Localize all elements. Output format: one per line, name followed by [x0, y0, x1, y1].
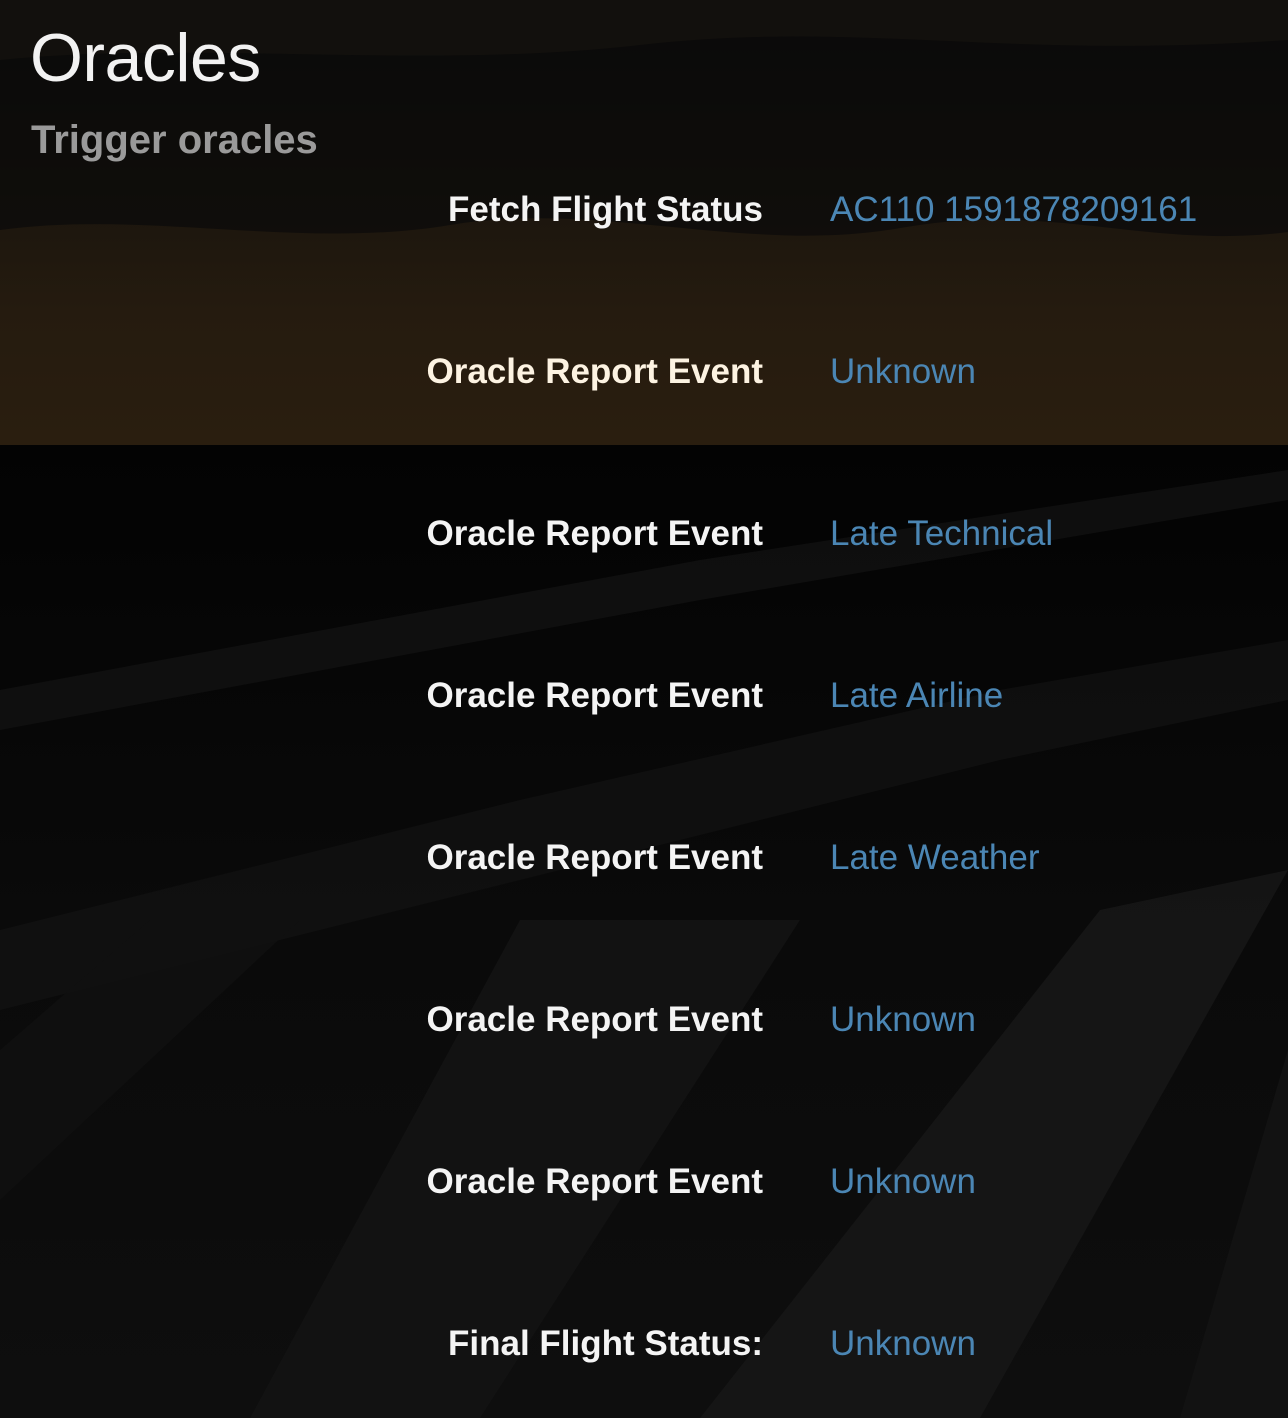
oracle-row-final-flight-status: Final Flight Status: Unknown [0, 1314, 1288, 1374]
report-event-link[interactable]: Late Technical [830, 504, 1053, 564]
row-label: Oracle Report Event [426, 1000, 764, 1039]
oracle-row-report-event: Oracle Report Event Late Airline [0, 666, 1288, 726]
final-flight-status-link[interactable]: Unknown [830, 1314, 976, 1374]
report-event-link[interactable]: Late Airline [830, 666, 1003, 726]
oracle-row-report-event: Oracle Report Event Late Weather [0, 828, 1288, 888]
row-label: Oracle Report Event [426, 514, 764, 553]
page-subtitle: Trigger oracles [31, 118, 318, 162]
row-label: Oracle Report Event [426, 676, 764, 715]
flight-status-link[interactable]: AC110 1591878209161 [830, 180, 1197, 240]
row-label: Fetch Flight Status [448, 190, 763, 229]
oracle-row-report-event: Oracle Report Event Unknown [0, 342, 1288, 402]
oracle-row-report-event: Oracle Report Event Late Technical [0, 504, 1288, 564]
oracle-row-report-event: Oracle Report Event Unknown [0, 1152, 1288, 1212]
oracles-panel: Oracles Trigger oracles Fetch Flight Sta… [0, 0, 1288, 1418]
page-title: Oracles [30, 20, 261, 96]
oracle-row-fetch-flight-status: Fetch Flight Status AC110 1591878209161 [0, 180, 1288, 240]
row-label: Final Flight Status: [448, 1324, 763, 1363]
report-event-link[interactable]: Unknown [830, 990, 976, 1050]
row-label: Oracle Report Event [426, 838, 764, 877]
report-event-link[interactable]: Unknown [830, 342, 976, 402]
report-event-link[interactable]: Unknown [830, 1152, 976, 1212]
oracle-row-report-event: Oracle Report Event Unknown [0, 990, 1288, 1050]
row-label: Oracle Report Event [426, 352, 764, 391]
row-label: Oracle Report Event [426, 1162, 764, 1201]
report-event-link[interactable]: Late Weather [830, 828, 1040, 888]
